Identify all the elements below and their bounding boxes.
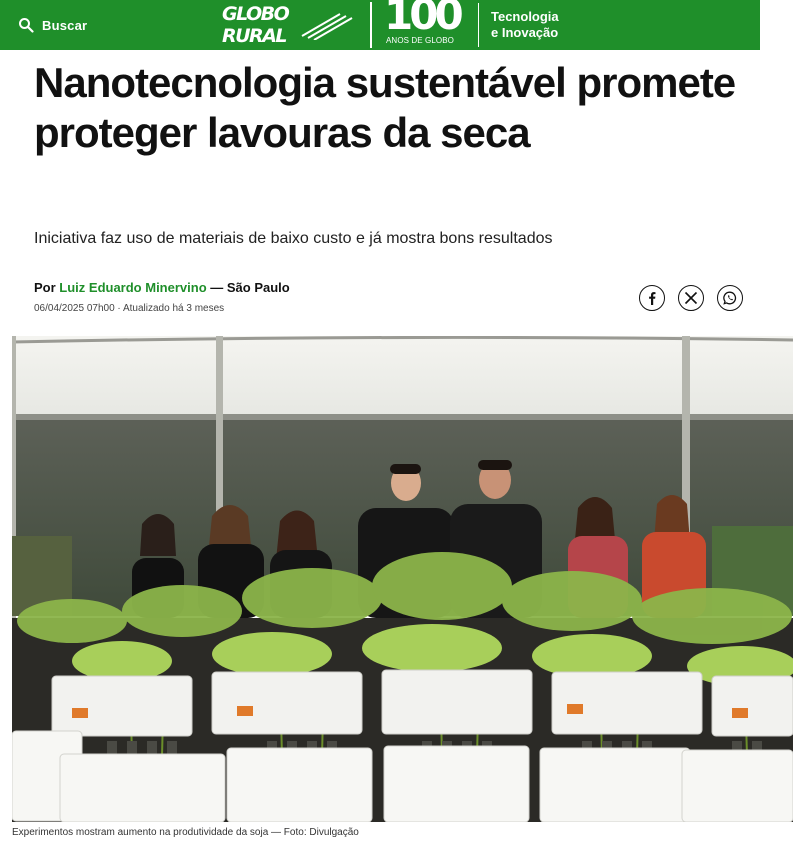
share-facebook-button[interactable]: [639, 285, 665, 311]
search-button[interactable]: Buscar: [18, 13, 87, 37]
photo-caption: Experimentos mostram aumento na produtiv…: [12, 827, 359, 838]
search-icon: [19, 18, 34, 33]
header-divider: [370, 2, 372, 48]
section-label-line1: Tecnologia: [491, 9, 559, 24]
byline-location: — São Paulo: [210, 280, 290, 295]
publish-date: 06/04/2025 07h00 · Atualizado há 3 meses: [34, 303, 225, 314]
centenary-caption: ANOS DE GLOBO: [386, 36, 454, 45]
section-label-line2: e Inovação: [491, 25, 559, 40]
whatsapp-icon: [723, 291, 737, 305]
author-link[interactable]: Luiz Eduardo Minervino: [59, 280, 206, 295]
byline-prefix: Por: [34, 280, 56, 295]
article-subtitle: Iniciativa faz uso de materiais de baixo…: [34, 230, 553, 247]
section-link[interactable]: Tecnologia e Inovação: [478, 3, 578, 47]
byline: Por Luiz Eduardo Minervino — São Paulo: [34, 280, 290, 295]
article-photo: [12, 336, 793, 822]
logo-swoosh-icon: [301, 13, 353, 40]
search-label: Buscar: [42, 17, 88, 33]
share-buttons: [639, 285, 743, 311]
share-x-button[interactable]: [678, 285, 704, 311]
centenary-number: 100: [384, 0, 464, 39]
article-title: Nanotecnologia sustentável promete prote…: [34, 59, 736, 156]
site-logo[interactable]: GLOBO RURAL: [222, 3, 354, 47]
greenhouse-photo: [12, 336, 793, 822]
centenary-badge: 100 ANOS DE GLOBO: [384, 0, 468, 50]
site-header: Buscar GLOBO RURAL 100 ANOS DE GLOBO Tec…: [0, 0, 760, 50]
share-whatsapp-button[interactable]: [717, 285, 743, 311]
x-icon: [684, 291, 698, 305]
facebook-icon: [649, 292, 656, 305]
